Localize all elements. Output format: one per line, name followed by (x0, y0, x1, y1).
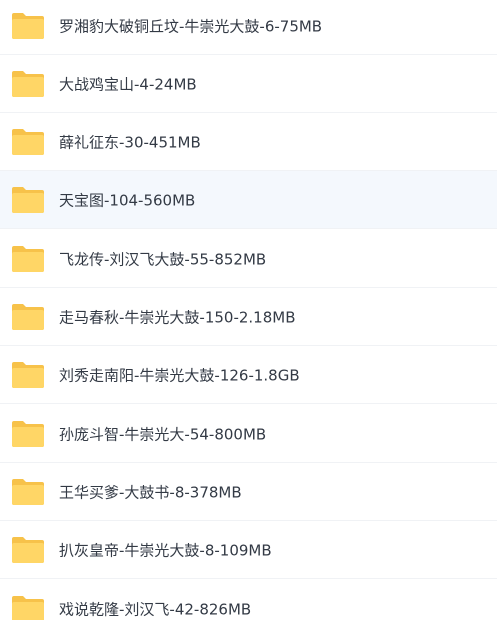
file-row[interactable]: 孙庞斗智-牛崇光大-54-800MB (0, 405, 497, 463)
folder-icon (11, 70, 45, 98)
file-row[interactable]: 走马春秋-牛崇光大鼓-150-2.18MB (0, 288, 497, 346)
folder-icon (11, 186, 45, 214)
file-name: 刘秀走南阳-牛崇光大鼓-126-1.8GB (59, 366, 300, 384)
file-row-selected[interactable]: 天宝图-104-560MB (0, 171, 497, 229)
file-row[interactable]: 大战鸡宝山-4-24MB (0, 55, 497, 113)
file-name: 扒灰皇帝-牛崇光大鼓-8-109MB (59, 541, 272, 559)
folder-icon (11, 303, 45, 331)
folder-icon (11, 420, 45, 448)
file-row[interactable]: 飞龙传-刘汉飞大鼓-55-852MB (0, 230, 497, 288)
file-row[interactable]: 戏说乾隆-刘汉飞-42-826MB (0, 580, 497, 620)
file-name: 戏说乾隆-刘汉飞-42-826MB (59, 600, 252, 618)
file-row[interactable]: 扒灰皇帝-牛崇光大鼓-8-109MB (0, 521, 497, 579)
file-list: 罗湘豹大破铜丘坟-牛崇光大鼓-6-75MB 大战鸡宝山-4-24MB 薛礼征东-… (0, 0, 497, 620)
file-name: 飞龙传-刘汉飞大鼓-55-852MB (59, 250, 267, 268)
folder-icon (11, 361, 45, 389)
folder-icon (11, 536, 45, 564)
file-name: 走马春秋-牛崇光大鼓-150-2.18MB (59, 308, 296, 326)
file-name: 罗湘豹大破铜丘坟-牛崇光大鼓-6-75MB (59, 17, 323, 35)
folder-icon (11, 478, 45, 506)
file-name: 王华买爹-大鼓书-8-378MB (59, 483, 242, 501)
file-name: 薛礼征东-30-451MB (59, 133, 201, 151)
folder-icon (11, 128, 45, 156)
file-row[interactable]: 王华买爹-大鼓书-8-378MB (0, 463, 497, 521)
file-row[interactable]: 薛礼征东-30-451MB (0, 113, 497, 171)
file-name: 孙庞斗智-牛崇光大-54-800MB (59, 425, 267, 443)
file-row[interactable]: 罗湘豹大破铜丘坟-牛崇光大鼓-6-75MB (0, 0, 497, 55)
folder-icon (11, 12, 45, 40)
folder-icon (11, 595, 45, 620)
file-name: 天宝图-104-560MB (59, 191, 196, 209)
file-name: 大战鸡宝山-4-24MB (59, 75, 197, 93)
folder-icon (11, 245, 45, 273)
file-row[interactable]: 刘秀走南阳-牛崇光大鼓-126-1.8GB (0, 346, 497, 404)
